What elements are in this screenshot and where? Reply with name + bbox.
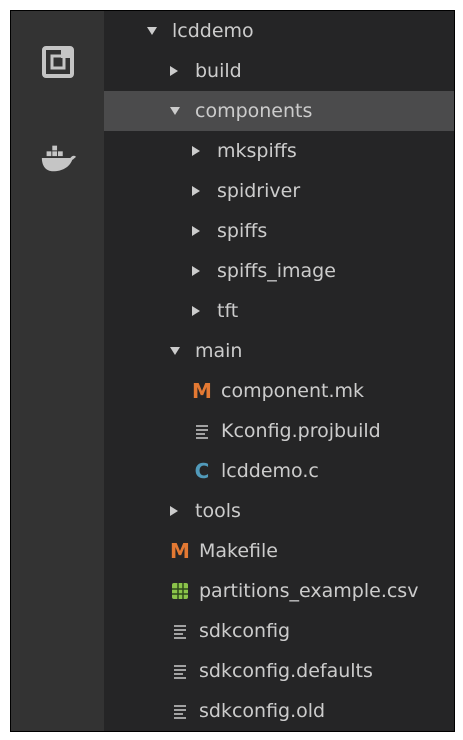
vscode-window: lcddemo build components mkspiffs spidriver s… [10, 10, 455, 732]
text-file-icon [169, 623, 191, 639]
tree-item-label: lcddemo.c [221, 460, 319, 482]
csv-file-icon [169, 582, 191, 600]
tree-item-label: build [195, 60, 242, 82]
chevron-right-icon[interactable] [169, 65, 187, 77]
chevron-down-icon[interactable] [169, 106, 187, 116]
tree-folder-row[interactable]: spidriver [104, 171, 454, 211]
chevron-down-icon[interactable] [146, 26, 164, 36]
tree-row-content: sdkconfig [169, 611, 290, 651]
tree-item-label: sdkconfig [199, 620, 291, 642]
chevron-right-icon[interactable] [191, 225, 209, 237]
tree-folder-row[interactable]: lcddemo [104, 11, 454, 51]
file-explorer: lcddemo build components mkspiffs spidriver s… [104, 11, 454, 731]
tree-row-content: spidriver [191, 171, 300, 211]
tree-folder-row[interactable]: mkspiffs [104, 131, 454, 171]
text-file-icon [169, 663, 191, 679]
tree-item-label: sdkconfig.old [199, 700, 326, 722]
tree-item-label: tools [195, 500, 241, 522]
text-file-icon [169, 703, 191, 719]
tree-item-label: spiffs [217, 220, 268, 242]
tree-item-label: lcddemo [172, 20, 254, 42]
tree-row-content: partitions_example.csv [169, 571, 418, 611]
tree-folder-row[interactable]: spiffs_image [104, 251, 454, 291]
tree-row-content: tft [191, 291, 238, 331]
tree-file-row[interactable]: M Makefile [104, 531, 454, 571]
tree-row-content: sdkconfig.defaults [169, 651, 373, 691]
tree-row-content: build [169, 51, 242, 91]
tree-row-content: main [169, 331, 242, 371]
chevron-down-icon[interactable] [169, 346, 187, 356]
tree-item-label: partitions_example.csv [199, 580, 419, 602]
tree-row-content: Clcddemo.c [191, 451, 319, 491]
chevron-right-icon[interactable] [169, 505, 187, 517]
tree-folder-row[interactable]: main [104, 331, 454, 371]
text-file-icon [191, 423, 213, 439]
tree-item-label: tft [217, 300, 239, 322]
makefile-icon: M [192, 379, 212, 403]
chevron-right-icon[interactable] [191, 185, 209, 197]
tree-item-label: mkspiffs [217, 140, 297, 162]
tree-row-content: mkspiffs [191, 131, 297, 171]
tree-row-content: spiffs [191, 211, 267, 251]
tree-item-label: sdkconfig.defaults [199, 660, 373, 682]
tree-file-row[interactable]: sdkconfig.defaults [104, 651, 454, 691]
tree-folder-row[interactable]: tft [104, 291, 454, 331]
tree-item-label: main [195, 340, 243, 362]
tree-file-row[interactable]: sdkconfig [104, 611, 454, 651]
tree-folder-row[interactable]: components [104, 91, 454, 131]
tree-item-label: spiffs_image [217, 260, 336, 282]
tree-folder-row[interactable]: tools [104, 491, 454, 531]
tree-file-row[interactable]: Clcddemo.c [104, 451, 454, 491]
chevron-right-icon[interactable] [191, 305, 209, 317]
docker-icon[interactable] [39, 139, 77, 177]
explorer-icon[interactable] [39, 43, 77, 81]
tree-row-content: spiffs_image [191, 251, 336, 291]
makefile-icon: M [170, 539, 190, 563]
tree-file-row[interactable]: partitions_example.csv [104, 571, 454, 611]
tree-item-label: Makefile [199, 540, 278, 562]
c-file-icon: C [194, 459, 210, 483]
tree-file-row[interactable]: Mcomponent.mk [104, 371, 454, 411]
tree-row-content: M Makefile [169, 531, 278, 571]
tree-row-content: Kconfig.projbuild [191, 411, 381, 451]
tree-item-label: components [195, 100, 313, 122]
tree-file-row[interactable]: Kconfig.projbuild [104, 411, 454, 451]
tree-folder-row[interactable]: spiffs [104, 211, 454, 251]
tree-row-content: lcddemo [146, 11, 254, 51]
tree-folder-row[interactable]: build [104, 51, 454, 91]
chevron-right-icon[interactable] [191, 145, 209, 157]
tree-row-content: Mcomponent.mk [191, 371, 364, 411]
tree-row-content: sdkconfig.old [169, 691, 325, 731]
tree-item-label: component.mk [221, 380, 365, 402]
tree-file-row[interactable]: sdkconfig.old [104, 691, 454, 731]
tree-item-label: spidriver [217, 180, 301, 202]
tree-row-content: tools [169, 491, 241, 531]
tree-row-content: components [169, 91, 312, 131]
chevron-right-icon[interactable] [191, 265, 209, 277]
activity-bar [11, 11, 104, 731]
tree-item-label: Kconfig.projbuild [221, 420, 381, 442]
